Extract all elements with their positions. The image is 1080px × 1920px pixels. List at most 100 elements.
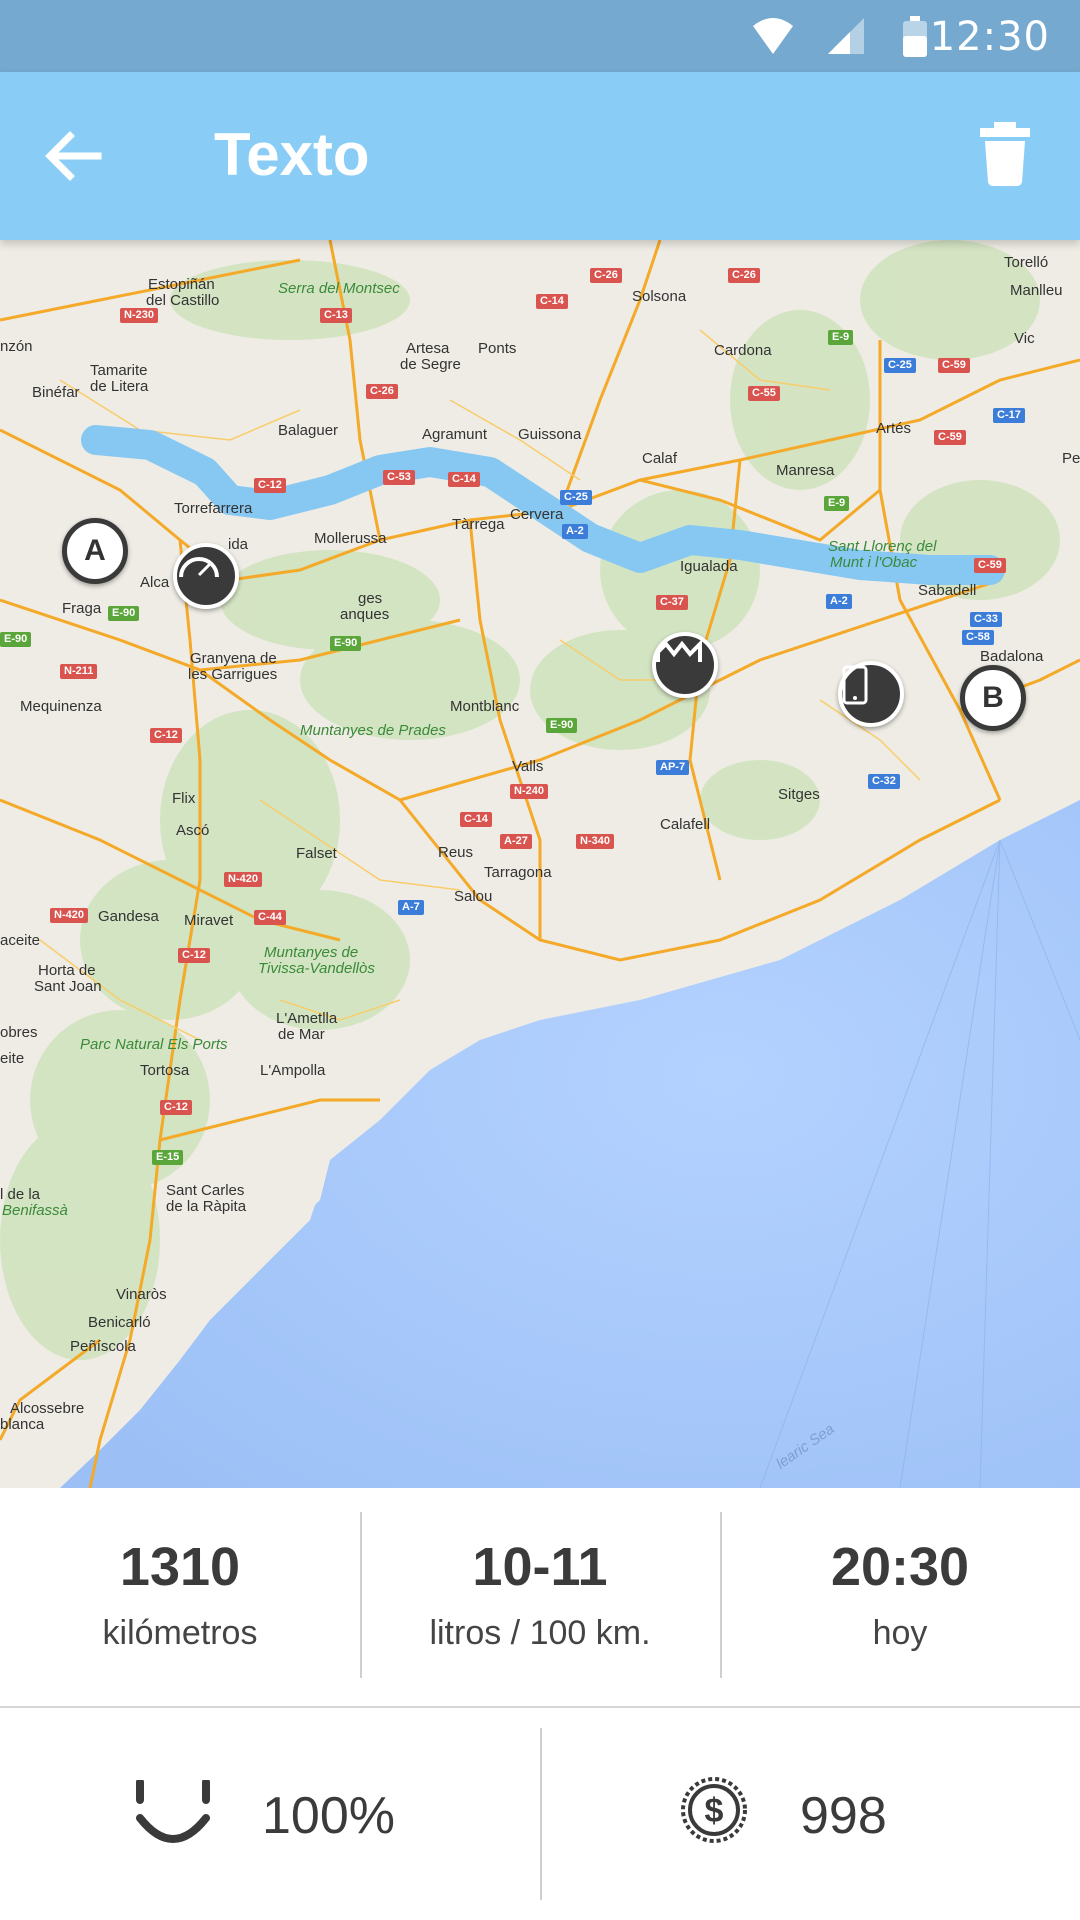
trip-summary: 100% $ 998 [0,1708,1080,1920]
map-place-label: Gandesa [98,908,159,925]
map-place-label: Tàrrega [452,516,505,533]
map-place-label: ges [358,590,383,607]
map-place-label: de Litera [90,378,149,395]
map-place-label: Reus [438,844,474,861]
dollar-coin-icon: $ [681,1777,747,1843]
map-place-label: aceite [0,932,41,949]
map-place-label: Muntanyes de [264,944,359,961]
map-place-label: Sant Joan [34,978,102,995]
road-label: C-14 [536,294,568,309]
phone-icon [842,665,868,705]
map-place-label: obres [0,1024,38,1041]
map-place-label: Tivissa-Vandellòs [258,960,375,977]
map-place-label: Vic [1014,330,1035,347]
distance-value: 1310 [119,1537,241,1597]
map-place-label: les Garrigues [188,666,278,683]
svg-text:$: $ [705,1792,724,1830]
phone-marker[interactable] [838,661,904,727]
route-map[interactable]: Estopiñán del Castillo Serra del Montsec So… [0,240,1080,1488]
map-place-label: Torrefarrera [174,500,253,517]
map-place-label: Granyena de [190,650,277,667]
map-place-label: Badalona [980,648,1044,665]
trash-icon[interactable] [980,122,1030,186]
map-place-label: Horta de [38,962,96,979]
road-label: C-25 [884,358,916,373]
speedometer-marker[interactable] [173,543,239,609]
map-place-label: Ponts [478,340,517,357]
cost-value: 998 [800,1787,887,1845]
distance-label: kilómetros [102,1614,258,1652]
app-bar: Texto [0,72,1080,240]
road-label: A-7 [398,900,424,915]
road-label: E-90 [546,718,578,733]
map-place-label: Miravet [184,912,234,929]
map-place-label: Vinaròs [116,1286,167,1303]
map-place-label: Artesa [406,340,450,357]
map-place-label: Agramunt [422,426,488,443]
road-label: C-58 [962,630,994,645]
road-label: C-59 [934,430,966,445]
road-label: C-12 [254,478,286,493]
map-place-label: Cervera [510,506,564,523]
map-place-label: nzón [0,338,33,355]
road-label: N-420 [50,908,88,923]
map-place-label: Ascó [176,822,210,839]
road-label: C-59 [938,358,970,373]
route-start-marker[interactable]: A [62,518,128,584]
road-label: C-26 [590,268,622,283]
map-place-label: Benicarló [88,1314,151,1331]
road-label: N-420 [224,872,262,887]
map-place-label: Muntanyes de Prades [300,722,446,739]
road-label: N-211 [60,664,98,679]
map-place-label: Salou [454,888,493,905]
road-condition-marker[interactable] [652,632,718,698]
route-end-marker[interactable]: B [960,665,1026,731]
road-label: C-59 [974,558,1006,573]
consumption-value: 10-11 [472,1537,608,1597]
road-label: C-32 [868,774,900,789]
map-place-label: Mollerussa [314,530,387,547]
map-place-label: Falset [296,845,337,862]
time-label: hoy [872,1614,928,1652]
map-place-label: Cardona [714,342,772,359]
status-time: 12:30 [929,14,1050,60]
map-place-label: L'Ametlla [276,1010,338,1027]
time-value: 20:30 [830,1537,970,1597]
map-place-label: Balaguer [278,422,339,439]
map-place-label: Pe [1062,450,1080,467]
map-place-label: Montblanc [450,698,520,715]
time-stat: 20:30 hoy [720,1488,1080,1706]
map-place-label: Manresa [776,462,835,479]
road-label: C-26 [366,384,398,399]
road-label: C-26 [728,268,760,283]
road-label: A-27 [500,834,532,849]
map-place-label: Calafell [660,816,711,833]
map-place-label: Binéfar [32,384,80,401]
map-place-label: de Segre [400,356,461,373]
map-place-label: de la Ràpita [166,1198,247,1215]
map-place-label: Sitges [778,786,820,803]
map-place-label: eite [0,1050,25,1067]
road-label: C-37 [656,595,688,610]
page-title: Texto [214,121,370,188]
consumption-stat: 10-11 litros / 100 km. [360,1488,720,1706]
road-label: C-53 [383,470,415,485]
map-place-label: del Castillo [146,292,220,309]
battery-icon [903,16,927,57]
road-label: N-240 [510,784,548,799]
road-label: N-340 [576,834,614,849]
map-place-label: Tarragona [484,864,552,881]
road-label: E-15 [152,1150,184,1165]
road-label: C-17 [993,408,1025,423]
map-place-label: Sant Carles [166,1182,245,1199]
road-label: A-2 [826,594,852,609]
road-label: C-25 [560,490,592,505]
road-label: A-2 [562,524,588,539]
map-place-label: Peñíscola [70,1338,136,1355]
map-place-label: Valls [512,758,544,775]
map-place-label: Mequinenza [20,698,102,715]
back-arrow-icon[interactable] [40,126,110,186]
distance-stat: 1310 kilómetros [0,1488,360,1706]
map-place-label: L'Ampolla [260,1062,326,1079]
road-label: C-44 [254,910,286,925]
